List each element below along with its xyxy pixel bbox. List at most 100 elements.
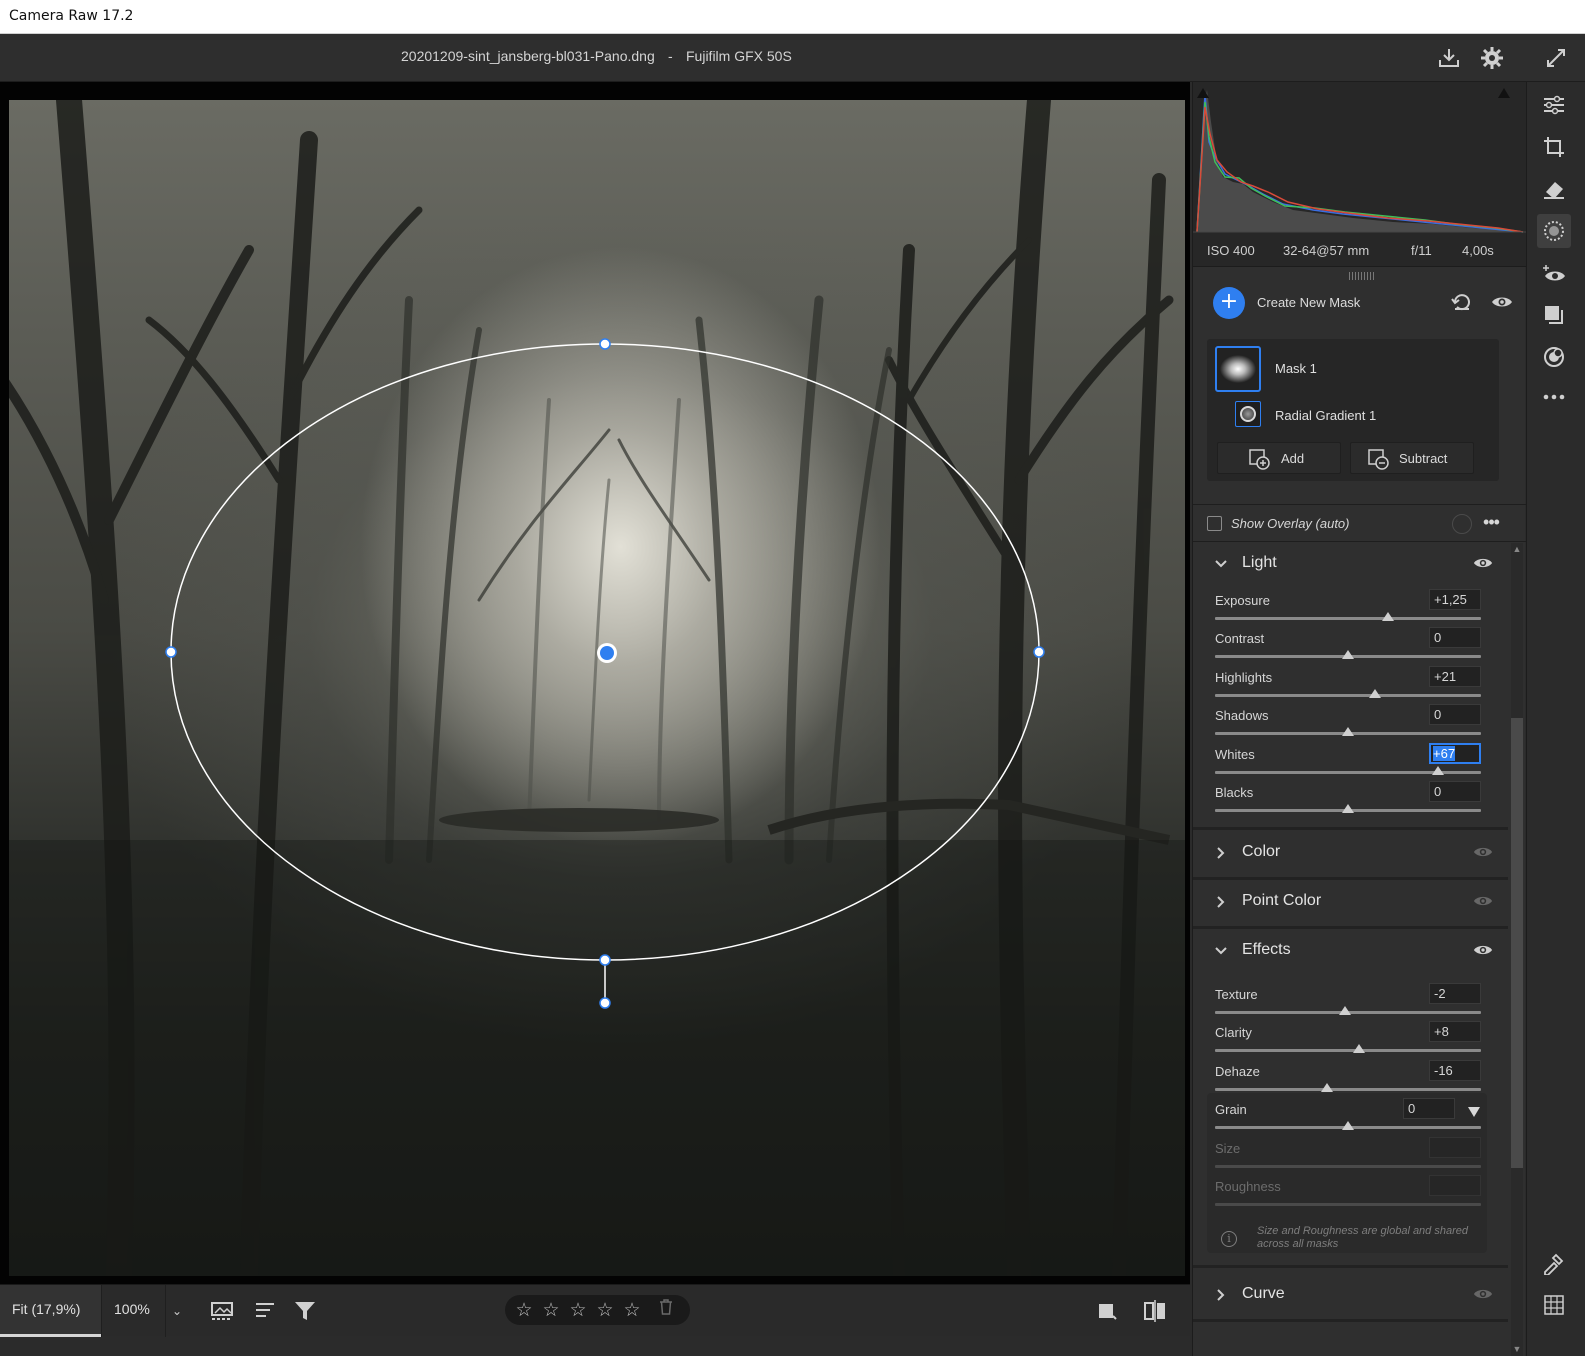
slider-handle[interactable] <box>1381 612 1394 621</box>
star-icon[interactable]: ☆ <box>594 1299 616 1321</box>
show-overlay-checkbox[interactable] <box>1207 516 1222 531</box>
radial-gradient-1-label[interactable]: Radial Gradient 1 <box>1275 408 1376 423</box>
slider-track[interactable] <box>1215 693 1481 697</box>
slider-value-input[interactable]: +21 <box>1429 665 1481 687</box>
slider-handle[interactable] <box>1368 688 1381 698</box>
sort-icon[interactable] <box>251 1297 281 1325</box>
slider-shadows[interactable]: Shadows 0 <box>1193 703 1508 741</box>
section-curve-header[interactable]: Curve <box>1193 1274 1508 1318</box>
zoom-dropdown-chevron-icon[interactable]: ⌄ <box>166 1299 188 1323</box>
slider-track[interactable] <box>1215 617 1481 620</box>
rating-stars[interactable]: ☆ ☆ ☆ ☆ ☆ <box>505 1295 690 1325</box>
slider-label: Dehaze <box>1215 1063 1260 1079</box>
reset-icon[interactable] <box>1449 289 1475 315</box>
more-icon[interactable] <box>1537 380 1571 414</box>
save-icon[interactable] <box>1435 44 1463 72</box>
camera-info-bar: ISO 400 32-64@57 mm f/11 4,00s <box>1193 235 1526 267</box>
slider-handle[interactable] <box>1342 804 1354 813</box>
slider-dehaze[interactable]: Dehaze -16 <box>1193 1059 1508 1097</box>
slider-value-input[interactable]: +1,25 <box>1429 589 1481 610</box>
heal-icon[interactable] <box>1537 172 1571 206</box>
trash-icon[interactable] <box>655 1299 677 1321</box>
more-options-icon[interactable]: ••• <box>1478 510 1504 534</box>
slider-handle[interactable] <box>1339 1006 1352 1015</box>
snapshots-icon[interactable] <box>1537 298 1571 332</box>
slider-value-input[interactable]: 0 <box>1429 781 1481 802</box>
show-overlay-label[interactable]: Show Overlay (auto) <box>1231 516 1350 531</box>
star-icon[interactable]: ☆ <box>513 1299 535 1321</box>
sampler-icon[interactable] <box>1537 1246 1571 1280</box>
redeye-icon[interactable] <box>1537 258 1571 292</box>
mask-1-label[interactable]: Mask 1 <box>1275 361 1317 376</box>
slider-handle[interactable] <box>1320 1082 1333 1092</box>
scrollbar-thumb[interactable] <box>1511 718 1523 1168</box>
create-new-mask-button[interactable]: + <box>1213 287 1245 319</box>
slider-value-input[interactable]: -16 <box>1429 1059 1481 1081</box>
mask-1-thumbnail[interactable] <box>1215 346 1261 392</box>
subtract-mask-button[interactable]: Subtract <box>1350 442 1474 474</box>
single-view-icon[interactable] <box>1092 1297 1122 1325</box>
slider-track[interactable] <box>1215 1087 1481 1091</box>
zoom-100-button[interactable]: 100% <box>101 1285 166 1337</box>
image-canvas[interactable] <box>0 82 1190 1296</box>
slider-handle[interactable] <box>1352 1044 1365 1054</box>
filmstrip-icon[interactable] <box>208 1297 238 1325</box>
eye-icon[interactable] <box>1473 893 1495 911</box>
before-after-icon[interactable] <box>1140 1297 1170 1325</box>
slider-value: 0 <box>1434 630 1442 646</box>
grid-icon[interactable] <box>1537 1288 1571 1322</box>
panel-scrollbar[interactable]: ▲ ▼ <box>1511 543 1523 1356</box>
slider-whites[interactable]: Whites +67 <box>1193 742 1508 780</box>
star-icon[interactable]: ☆ <box>621 1299 643 1321</box>
section-color-header[interactable]: Color <box>1193 832 1508 876</box>
zoom-100-label: 100% <box>114 1301 150 1317</box>
slider-value-input[interactable]: 0 <box>1403 1098 1455 1120</box>
slider-track[interactable] <box>1215 1049 1481 1053</box>
edit-icon[interactable] <box>1537 88 1571 122</box>
scroll-up-icon[interactable]: ▲ <box>1511 543 1523 555</box>
slider-texture[interactable]: Texture -2 <box>1193 982 1508 1020</box>
slider-handle[interactable] <box>1432 765 1445 775</box>
slider-contrast[interactable]: Contrast 0 <box>1193 626 1508 664</box>
slider-value-input[interactable]: 0 <box>1429 704 1481 726</box>
eye-icon[interactable] <box>1489 289 1515 315</box>
eye-icon[interactable] <box>1473 555 1495 573</box>
eye-icon[interactable] <box>1473 1286 1495 1304</box>
filter-icon[interactable] <box>290 1297 320 1325</box>
radial-gradient-icon[interactable] <box>1235 401 1261 427</box>
section-effects-header[interactable]: Effects <box>1193 930 1508 974</box>
eye-icon[interactable] <box>1473 844 1495 862</box>
add-mask-button[interactable]: Add <box>1217 442 1341 474</box>
scroll-down-icon[interactable]: ▼ <box>1511 1343 1523 1355</box>
fullscreen-icon[interactable] <box>1542 44 1570 72</box>
slider-blacks[interactable]: Blacks 0 <box>1193 780 1508 818</box>
gear-icon[interactable] <box>1478 44 1506 72</box>
star-icon[interactable]: ☆ <box>567 1299 589 1321</box>
slider-value-input[interactable]: 0 <box>1429 627 1481 649</box>
slider-clarity[interactable]: Clarity +8 <box>1193 1020 1508 1058</box>
section-light-header[interactable]: Light <box>1193 543 1508 587</box>
slider-value: +67 <box>1433 745 1456 761</box>
slider-handle[interactable] <box>1342 650 1354 660</box>
slider-grain[interactable]: Grain 0 <box>1193 1097 1508 1135</box>
slider-handle[interactable] <box>1342 1121 1354 1131</box>
adjustments-scroll-area[interactable]: Light Color Point Color Effects i Size a… <box>1193 543 1526 1356</box>
slider-exposure[interactable]: Exposure +1,25 <box>1193 588 1508 626</box>
eye-icon[interactable] <box>1473 942 1495 960</box>
slider-handle[interactable] <box>1342 727 1354 737</box>
section-point-color-header[interactable]: Point Color <box>1193 881 1508 925</box>
presets-icon[interactable] <box>1537 340 1571 374</box>
slider-value-input[interactable]: -2 <box>1429 983 1481 1004</box>
crop-icon[interactable] <box>1537 130 1571 164</box>
lens-value: 32-64@57 mm <box>1283 243 1370 258</box>
slider-value-input[interactable]: +67 <box>1429 742 1481 764</box>
slider-value-input[interactable]: +8 <box>1429 1021 1481 1043</box>
masking-icon[interactable] <box>1537 214 1571 248</box>
slider-size: Size <box>1193 1136 1508 1174</box>
overlay-color-swatch[interactable] <box>1452 514 1472 534</box>
star-icon[interactable]: ☆ <box>540 1299 562 1321</box>
zoom-fit-button[interactable]: Fit (17,9%) <box>0 1285 101 1337</box>
slider-highlights[interactable]: Highlights +21 <box>1193 665 1508 703</box>
photo-preview[interactable] <box>9 100 1185 1276</box>
panel-resize-grip[interactable] <box>1349 272 1375 280</box>
